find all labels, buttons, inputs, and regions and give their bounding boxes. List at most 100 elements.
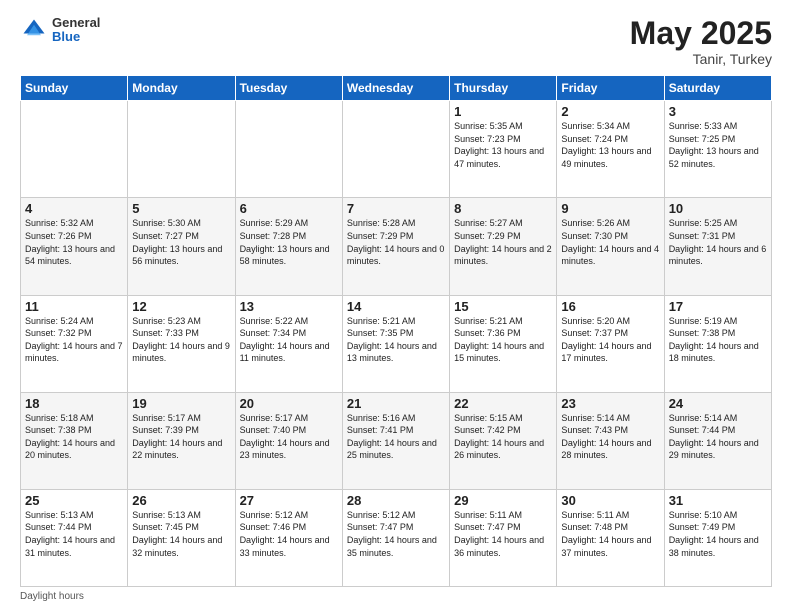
- calendar-week-row: 18Sunrise: 5:18 AM Sunset: 7:38 PM Dayli…: [21, 392, 772, 489]
- calendar-cell: 23Sunrise: 5:14 AM Sunset: 7:43 PM Dayli…: [557, 392, 664, 489]
- calendar: SundayMondayTuesdayWednesdayThursdayFrid…: [20, 75, 772, 587]
- logo-general-text: General: [52, 16, 100, 30]
- day-info: Sunrise: 5:35 AM Sunset: 7:23 PM Dayligh…: [454, 120, 552, 170]
- day-number: 4: [25, 201, 123, 216]
- calendar-cell: 5Sunrise: 5:30 AM Sunset: 7:27 PM Daylig…: [128, 198, 235, 295]
- day-info: Sunrise: 5:27 AM Sunset: 7:29 PM Dayligh…: [454, 217, 552, 267]
- day-number: 16: [561, 299, 659, 314]
- footer-note: Daylight hours: [20, 591, 772, 602]
- day-info: Sunrise: 5:33 AM Sunset: 7:25 PM Dayligh…: [669, 120, 767, 170]
- day-number: 6: [240, 201, 338, 216]
- calendar-cell: 29Sunrise: 5:11 AM Sunset: 7:47 PM Dayli…: [450, 489, 557, 586]
- logo-blue-text: Blue: [52, 30, 100, 44]
- month-title: May 2025: [630, 16, 772, 51]
- day-number: 5: [132, 201, 230, 216]
- day-info: Sunrise: 5:30 AM Sunset: 7:27 PM Dayligh…: [132, 217, 230, 267]
- day-info: Sunrise: 5:11 AM Sunset: 7:48 PM Dayligh…: [561, 509, 659, 559]
- calendar-cell: 25Sunrise: 5:13 AM Sunset: 7:44 PM Dayli…: [21, 489, 128, 586]
- day-number: 1: [454, 104, 552, 119]
- day-number: 27: [240, 493, 338, 508]
- calendar-cell: 11Sunrise: 5:24 AM Sunset: 7:32 PM Dayli…: [21, 295, 128, 392]
- day-number: 29: [454, 493, 552, 508]
- calendar-cell: 24Sunrise: 5:14 AM Sunset: 7:44 PM Dayli…: [664, 392, 771, 489]
- day-number: 18: [25, 396, 123, 411]
- calendar-day-header: Saturday: [664, 76, 771, 101]
- calendar-cell: 12Sunrise: 5:23 AM Sunset: 7:33 PM Dayli…: [128, 295, 235, 392]
- calendar-cell: 8Sunrise: 5:27 AM Sunset: 7:29 PM Daylig…: [450, 198, 557, 295]
- day-info: Sunrise: 5:11 AM Sunset: 7:47 PM Dayligh…: [454, 509, 552, 559]
- day-number: 11: [25, 299, 123, 314]
- day-info: Sunrise: 5:18 AM Sunset: 7:38 PM Dayligh…: [25, 412, 123, 462]
- day-number: 8: [454, 201, 552, 216]
- day-number: 23: [561, 396, 659, 411]
- calendar-day-header: Monday: [128, 76, 235, 101]
- calendar-cell: 3Sunrise: 5:33 AM Sunset: 7:25 PM Daylig…: [664, 101, 771, 198]
- calendar-cell: 28Sunrise: 5:12 AM Sunset: 7:47 PM Dayli…: [342, 489, 449, 586]
- daylight-hours-label: Daylight hours: [20, 591, 84, 602]
- day-info: Sunrise: 5:21 AM Sunset: 7:36 PM Dayligh…: [454, 315, 552, 365]
- calendar-week-row: 25Sunrise: 5:13 AM Sunset: 7:44 PM Dayli…: [21, 489, 772, 586]
- day-info: Sunrise: 5:24 AM Sunset: 7:32 PM Dayligh…: [25, 315, 123, 365]
- day-info: Sunrise: 5:17 AM Sunset: 7:40 PM Dayligh…: [240, 412, 338, 462]
- calendar-day-header: Tuesday: [235, 76, 342, 101]
- calendar-cell: 20Sunrise: 5:17 AM Sunset: 7:40 PM Dayli…: [235, 392, 342, 489]
- calendar-cell: [21, 101, 128, 198]
- day-info: Sunrise: 5:14 AM Sunset: 7:44 PM Dayligh…: [669, 412, 767, 462]
- day-info: Sunrise: 5:16 AM Sunset: 7:41 PM Dayligh…: [347, 412, 445, 462]
- day-number: 31: [669, 493, 767, 508]
- day-number: 20: [240, 396, 338, 411]
- calendar-cell: 16Sunrise: 5:20 AM Sunset: 7:37 PM Dayli…: [557, 295, 664, 392]
- calendar-cell: 6Sunrise: 5:29 AM Sunset: 7:28 PM Daylig…: [235, 198, 342, 295]
- day-info: Sunrise: 5:15 AM Sunset: 7:42 PM Dayligh…: [454, 412, 552, 462]
- title-block: May 2025 Tanir, Turkey: [630, 16, 772, 67]
- logo-text: General Blue: [52, 16, 100, 45]
- calendar-cell: 26Sunrise: 5:13 AM Sunset: 7:45 PM Dayli…: [128, 489, 235, 586]
- day-number: 30: [561, 493, 659, 508]
- calendar-cell: [342, 101, 449, 198]
- logo-icon: [20, 16, 48, 44]
- day-info: Sunrise: 5:13 AM Sunset: 7:45 PM Dayligh…: [132, 509, 230, 559]
- day-info: Sunrise: 5:32 AM Sunset: 7:26 PM Dayligh…: [25, 217, 123, 267]
- calendar-cell: 1Sunrise: 5:35 AM Sunset: 7:23 PM Daylig…: [450, 101, 557, 198]
- day-number: 2: [561, 104, 659, 119]
- day-number: 26: [132, 493, 230, 508]
- logo: General Blue: [20, 16, 100, 45]
- day-info: Sunrise: 5:34 AM Sunset: 7:24 PM Dayligh…: [561, 120, 659, 170]
- calendar-week-row: 4Sunrise: 5:32 AM Sunset: 7:26 PM Daylig…: [21, 198, 772, 295]
- calendar-cell: 15Sunrise: 5:21 AM Sunset: 7:36 PM Dayli…: [450, 295, 557, 392]
- calendar-day-header: Thursday: [450, 76, 557, 101]
- day-info: Sunrise: 5:25 AM Sunset: 7:31 PM Dayligh…: [669, 217, 767, 267]
- day-number: 9: [561, 201, 659, 216]
- calendar-cell: 19Sunrise: 5:17 AM Sunset: 7:39 PM Dayli…: [128, 392, 235, 489]
- page: General Blue May 2025 Tanir, Turkey Sund…: [0, 0, 792, 612]
- calendar-week-row: 1Sunrise: 5:35 AM Sunset: 7:23 PM Daylig…: [21, 101, 772, 198]
- day-info: Sunrise: 5:26 AM Sunset: 7:30 PM Dayligh…: [561, 217, 659, 267]
- day-number: 21: [347, 396, 445, 411]
- day-info: Sunrise: 5:28 AM Sunset: 7:29 PM Dayligh…: [347, 217, 445, 267]
- calendar-cell: 4Sunrise: 5:32 AM Sunset: 7:26 PM Daylig…: [21, 198, 128, 295]
- day-number: 7: [347, 201, 445, 216]
- calendar-cell: 22Sunrise: 5:15 AM Sunset: 7:42 PM Dayli…: [450, 392, 557, 489]
- day-info: Sunrise: 5:12 AM Sunset: 7:46 PM Dayligh…: [240, 509, 338, 559]
- calendar-cell: [235, 101, 342, 198]
- day-number: 13: [240, 299, 338, 314]
- calendar-week-row: 11Sunrise: 5:24 AM Sunset: 7:32 PM Dayli…: [21, 295, 772, 392]
- calendar-day-header: Friday: [557, 76, 664, 101]
- calendar-day-header: Wednesday: [342, 76, 449, 101]
- calendar-cell: 14Sunrise: 5:21 AM Sunset: 7:35 PM Dayli…: [342, 295, 449, 392]
- day-info: Sunrise: 5:22 AM Sunset: 7:34 PM Dayligh…: [240, 315, 338, 365]
- calendar-cell: 27Sunrise: 5:12 AM Sunset: 7:46 PM Dayli…: [235, 489, 342, 586]
- calendar-day-header: Sunday: [21, 76, 128, 101]
- day-number: 12: [132, 299, 230, 314]
- calendar-cell: 7Sunrise: 5:28 AM Sunset: 7:29 PM Daylig…: [342, 198, 449, 295]
- day-info: Sunrise: 5:17 AM Sunset: 7:39 PM Dayligh…: [132, 412, 230, 462]
- day-number: 15: [454, 299, 552, 314]
- day-info: Sunrise: 5:12 AM Sunset: 7:47 PM Dayligh…: [347, 509, 445, 559]
- calendar-cell: [128, 101, 235, 198]
- day-number: 28: [347, 493, 445, 508]
- day-info: Sunrise: 5:19 AM Sunset: 7:38 PM Dayligh…: [669, 315, 767, 365]
- day-info: Sunrise: 5:23 AM Sunset: 7:33 PM Dayligh…: [132, 315, 230, 365]
- day-number: 22: [454, 396, 552, 411]
- calendar-cell: 17Sunrise: 5:19 AM Sunset: 7:38 PM Dayli…: [664, 295, 771, 392]
- day-info: Sunrise: 5:29 AM Sunset: 7:28 PM Dayligh…: [240, 217, 338, 267]
